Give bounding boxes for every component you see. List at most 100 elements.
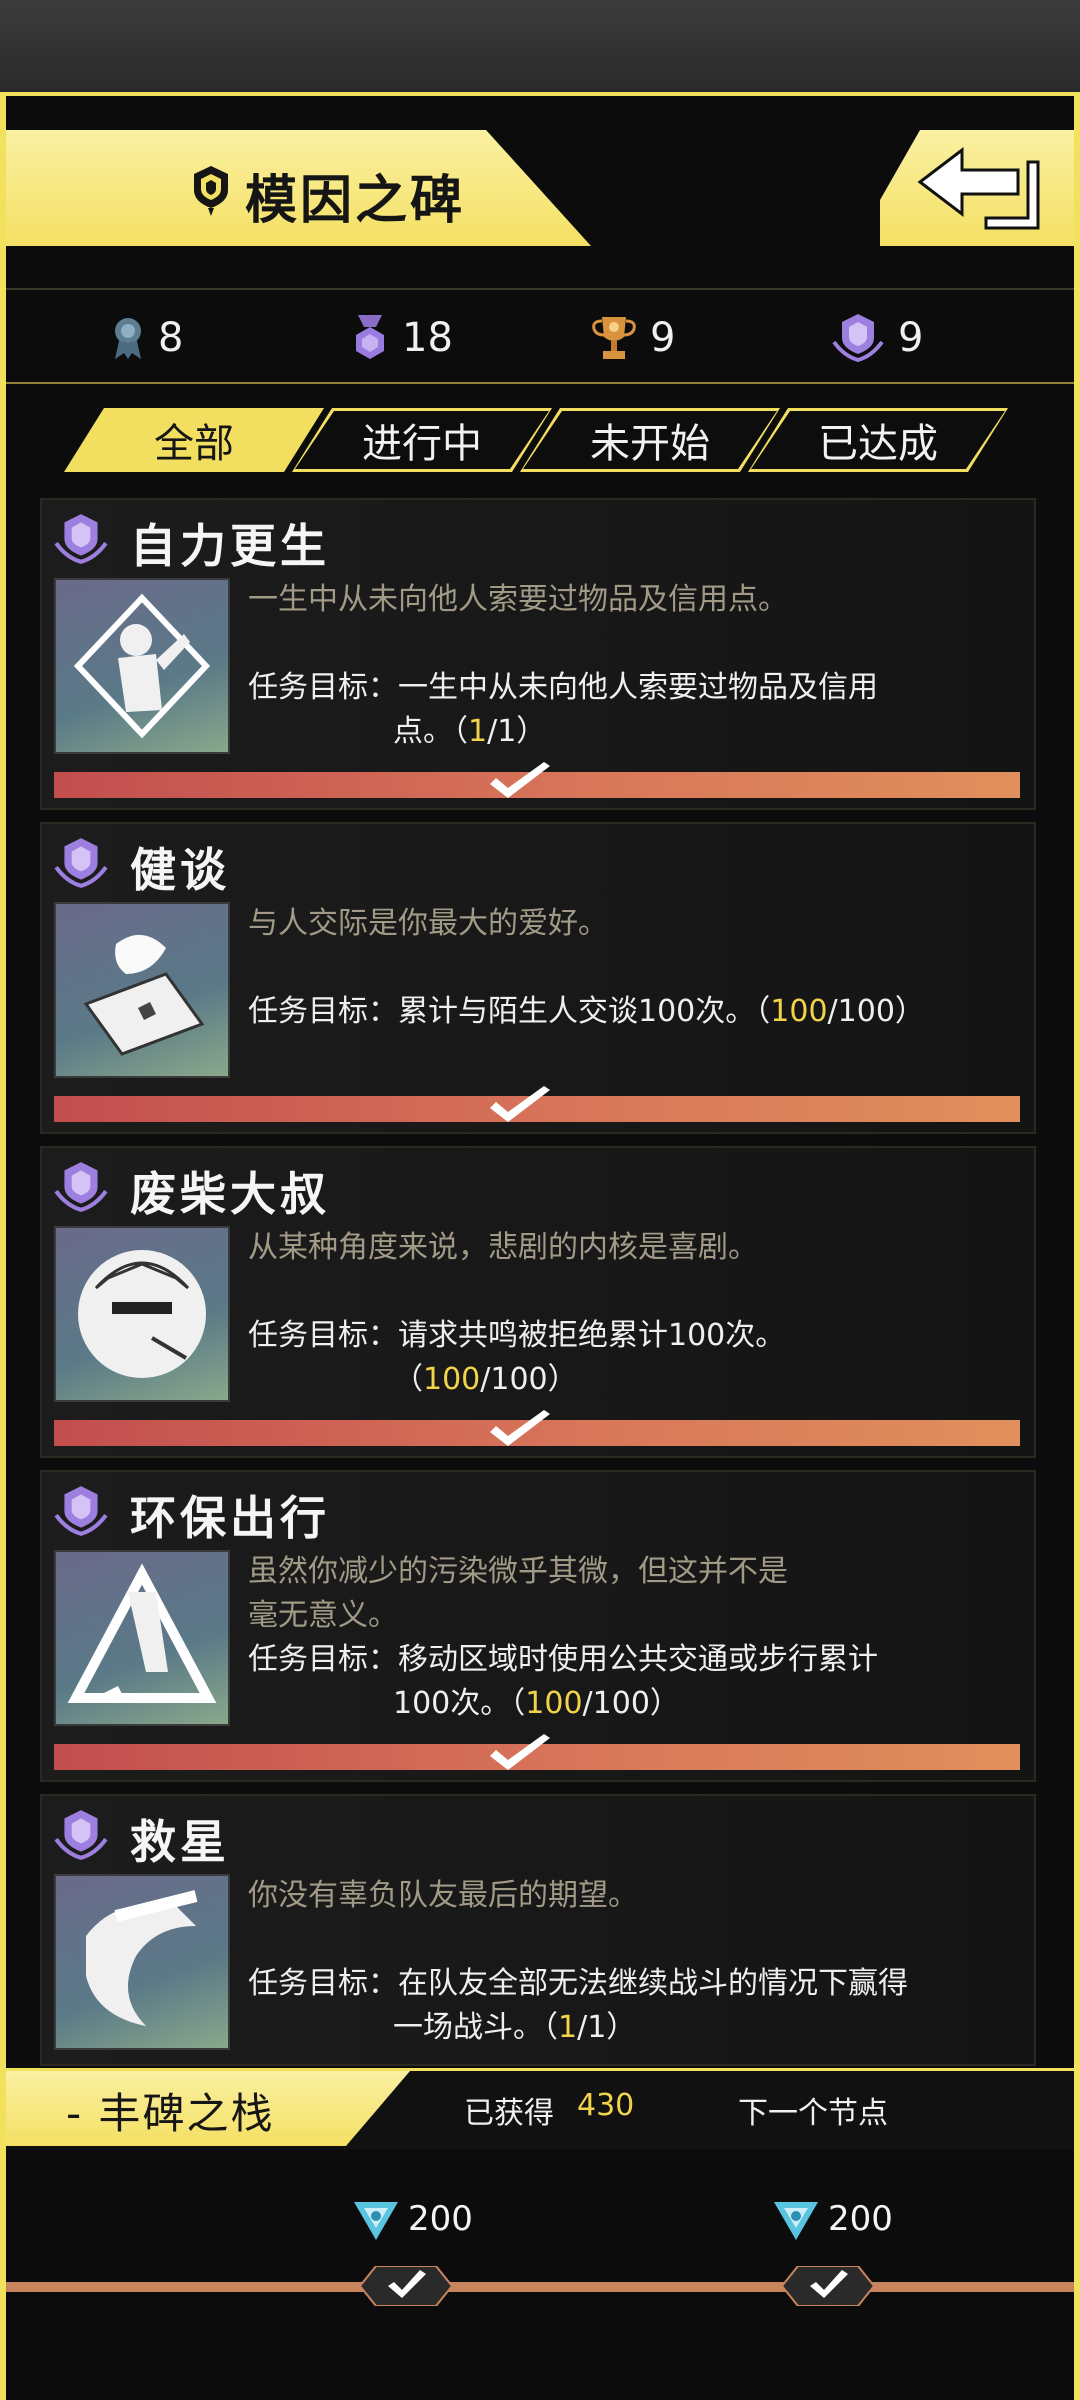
achievement-name: 健谈 <box>130 843 230 897</box>
achievement-goal: 任务目标：移动区域时使用公共交通或步行累计 100次。（100/100） <box>248 1638 878 1726</box>
man-portrait-illustration-icon <box>78 1250 206 1378</box>
return-arrow-icon <box>917 146 1040 230</box>
stat-value: 9 <box>650 315 676 361</box>
progress-total: /100） <box>480 1362 578 1397</box>
goal-prefix: 任务目标： <box>248 670 398 705</box>
goal-text: 累计与陌生人交谈100次。（ <box>398 994 771 1029</box>
stat-ribbon-medal: 8 <box>110 312 183 364</box>
reward-node[interactable]: 200 <box>770 2196 893 2242</box>
tab-label: 未开始 <box>590 421 710 467</box>
goal-prefix: 任务目标： <box>248 994 398 1029</box>
milestone-check-node <box>782 2266 874 2306</box>
achievement-description: 虽然你减少的污染微乎其微，但这并不是毫无意义。 <box>248 1554 788 1633</box>
goal-text: 一生中从未向他人索要过物品及信用 <box>398 670 878 705</box>
achievement-art-talkative <box>54 902 230 1078</box>
crest-medal-icon <box>54 838 108 888</box>
goal-prefix: 任务目标： <box>248 1642 398 1677</box>
achievement-goal: 任务目标：请求共鸣被拒绝累计100次。 （100/100） <box>248 1314 785 1402</box>
milestone-track <box>6 2282 1074 2292</box>
crest-medal-icon <box>54 514 108 564</box>
page-title: 模因之碑 <box>245 171 466 231</box>
reward-amount: 200 <box>828 2199 893 2239</box>
walking-legs-illustration-icon <box>67 1563 217 1703</box>
tab-all[interactable]: 全部 <box>64 408 324 472</box>
achievement-description: 与人交际是你最大的爱好。 <box>248 906 608 941</box>
progress-current: 100 <box>423 1362 481 1397</box>
badge-icon <box>194 166 228 216</box>
goal-continuation: 点。（1/1） <box>248 710 878 754</box>
progress-current: 100 <box>770 994 828 1029</box>
checkmark-icon <box>490 762 550 798</box>
tab-not-started[interactable]: 未开始 <box>520 408 780 472</box>
next-node-label: 下一个节点 <box>738 2096 888 2131</box>
top-background-strip <box>0 0 1080 92</box>
stat-value: 18 <box>402 315 453 361</box>
stat-crest-medal: 9 <box>830 312 923 364</box>
goal-text: 在队友全部无法继续战斗的情况下赢得 <box>398 1966 908 2001</box>
achievement-goal: 任务目标：一生中从未向他人索要过物品及信用 点。（1/1） <box>248 666 878 754</box>
achievement-art-eco-travel <box>54 1550 230 1726</box>
achievement-art-savior <box>54 1874 230 2050</box>
goal-continuation: （100/100） <box>248 1358 785 1402</box>
achievement-name: 自力更生 <box>130 519 330 573</box>
goal-text-cont: 一场战斗。（ <box>393 2010 558 2045</box>
progress-total: /1） <box>487 714 547 749</box>
stat-hex-medal: 18 <box>350 312 453 364</box>
achievement-card[interactable]: 环保出行 虽然你减少的污染微乎其微，但这并不是毫无意义。 任务目标：移动区域时使… <box>40 1470 1036 1782</box>
achievement-card[interactable]: 救星 你没有辜负队友最后的期望。 任务目标：在队友全部无法继续战斗的情况下赢得 … <box>40 1794 1036 2066</box>
goal-prefix: 任务目标： <box>248 1966 398 2001</box>
tab-label: 全部 <box>154 421 234 467</box>
stat-trophy: 9 <box>590 312 675 364</box>
figure-illustration-icon <box>73 593 211 739</box>
achievement-goal: 任务目标：累计与陌生人交谈100次。（100/100） <box>248 990 925 1034</box>
crest-medal-icon <box>832 314 884 363</box>
achievement-name: 救星 <box>130 1815 230 1869</box>
goal-text-cont: （ <box>393 1362 423 1397</box>
achievement-description: 你没有辜负队友最后的期望。 <box>248 1878 638 1913</box>
achievement-art-useless-uncle <box>54 1226 230 1402</box>
goal-text: 请求共鸣被拒绝累计100次。 <box>398 1318 786 1353</box>
rescue-hand-illustration-icon <box>86 1890 198 2026</box>
stat-value: 8 <box>158 315 184 361</box>
crest-medal-icon <box>54 1810 108 1860</box>
reward-amount: 200 <box>408 2199 473 2239</box>
goal-continuation: 一场战斗。（1/1） <box>248 2006 908 2050</box>
stats-divider <box>6 382 1074 384</box>
checkmark-icon <box>490 1410 550 1446</box>
checkmark-icon <box>490 1086 550 1122</box>
goal-prefix: 任务目标： <box>248 1318 398 1353</box>
achievement-name: 环保出行 <box>130 1491 330 1545</box>
achievement-card[interactable]: 废柴大叔 从某种角度来说，悲剧的内核是喜剧。 任务目标：请求共鸣被拒绝累计100… <box>40 1146 1036 1458</box>
header-divider <box>6 288 1074 290</box>
progress-current: 1 <box>558 2010 578 2045</box>
crest-medal-icon <box>54 1162 108 1212</box>
goal-continuation: 100次。（100/100） <box>248 1682 878 1726</box>
trophy-icon <box>592 317 636 359</box>
achievement-card[interactable]: 自力更生 一生中从未向他人索要过物品及信用点。 任务目标：一生中从未向他人索要过… <box>40 498 1036 810</box>
goal-text: 移动区域时使用公共交通或步行累计 <box>398 1642 878 1677</box>
tab-in-progress[interactable]: 进行中 <box>292 408 552 472</box>
progress-total: /100） <box>582 1686 680 1721</box>
tab-label: 已达成 <box>818 421 938 467</box>
milestone-check-node <box>360 2266 452 2306</box>
progress-current: 1 <box>468 714 488 749</box>
card-flower-illustration-icon <box>83 934 205 1056</box>
stat-value: 9 <box>898 315 924 361</box>
reward-node[interactable]: 200 <box>350 2196 473 2242</box>
progress-total: /1） <box>577 2010 637 2045</box>
progress-current: 100 <box>525 1686 583 1721</box>
ribbon-medal-icon <box>115 318 141 359</box>
progress-total: /100） <box>827 994 925 1029</box>
achievement-card[interactable]: 健谈 与人交际是你最大的爱好。 任务目标：累计与陌生人交谈100次。（100/1… <box>40 822 1036 1134</box>
tab-label: 进行中 <box>362 421 482 467</box>
achievement-description: 一生中从未向他人索要过物品及信用点。 <box>248 582 788 617</box>
obtained-label: 已获得 <box>464 2096 554 2131</box>
achievement-name: 废柴大叔 <box>130 1167 330 1221</box>
achievement-description: 从某种角度来说，悲剧的内核是喜剧。 <box>248 1230 758 1265</box>
goal-text-cont: 点。（ <box>393 714 468 749</box>
tab-achieved[interactable]: 已达成 <box>748 408 1008 472</box>
achievement-art-self-reliance <box>54 578 230 754</box>
checkmark-icon <box>490 1734 550 1770</box>
obtained-value: 430 <box>577 2088 635 2123</box>
hex-medal-icon <box>356 315 384 359</box>
